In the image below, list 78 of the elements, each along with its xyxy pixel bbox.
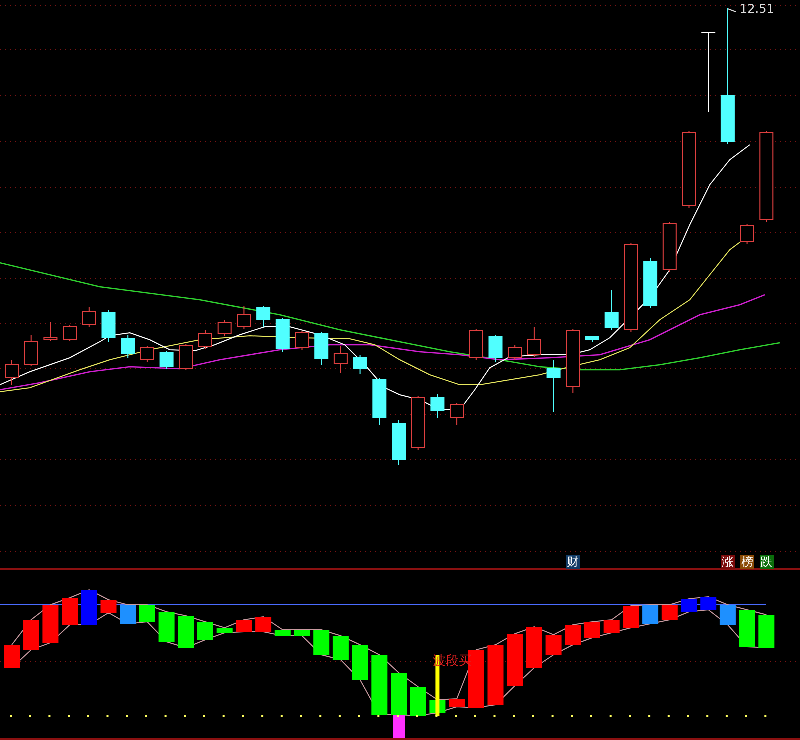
indicator-bar [604, 620, 620, 633]
indicator-bar [720, 605, 736, 625]
candlestick [5, 360, 19, 386]
candlestick [450, 402, 464, 426]
candlestick [662, 222, 677, 272]
indicator-bar [139, 605, 156, 622]
candlestick [63, 324, 78, 342]
indicator-bar [81, 590, 98, 625]
indicator-bar [314, 630, 330, 655]
price-high-label: 12.51 [740, 2, 774, 16]
indicator-bar [62, 598, 78, 625]
indicator-bar [23, 620, 40, 650]
candlestick [237, 306, 252, 330]
indicator-bar [332, 636, 349, 660]
candlestick [372, 378, 387, 426]
indicator-bar [198, 622, 214, 640]
candlestick [314, 332, 329, 366]
indicator-bar [739, 610, 756, 647]
news-tag[interactable]: 财 [566, 555, 580, 569]
candlestick [256, 306, 271, 328]
candlestick [392, 420, 406, 466]
indicator-bar [100, 600, 117, 613]
candlestick [160, 350, 174, 370]
indicator-bar [236, 620, 252, 632]
candlestick [488, 334, 503, 362]
indicator-bar [449, 699, 466, 707]
candlestick [566, 328, 580, 394]
indicator-bar [507, 634, 524, 686]
candlestick [295, 330, 310, 350]
candlestick [334, 346, 348, 374]
indicator-bar [4, 645, 20, 668]
indicator-bar [546, 635, 562, 655]
indicator-bar [584, 622, 600, 638]
leader-line [728, 8, 736, 12]
candlestick [469, 328, 484, 360]
candlestick [276, 318, 290, 352]
indicator-bar [274, 630, 291, 636]
candlestick [740, 224, 754, 244]
indicator-bar [642, 605, 659, 624]
candlestick [218, 320, 232, 336]
candlestick [24, 334, 38, 366]
indicator-bar [294, 630, 310, 636]
candlestick [198, 330, 212, 350]
indicator-bar [42, 605, 59, 643]
indicator-bar [178, 616, 194, 648]
candlestick [121, 334, 136, 358]
indicator-bar [256, 617, 272, 632]
indicator-bar [158, 612, 175, 642]
news-tag[interactable]: 涨 [720, 555, 735, 569]
candlestick [411, 396, 426, 450]
indicator-bar [372, 655, 388, 715]
indicator-bar [662, 605, 678, 620]
news-tag[interactable]: 跌 [760, 555, 774, 569]
indicator-bar [565, 625, 582, 645]
candlestick [508, 344, 522, 360]
candlestick [527, 326, 542, 358]
candlestick [179, 344, 194, 370]
candlestick [546, 360, 561, 412]
candlestick [44, 322, 58, 342]
news-tag[interactable]: 榜 [740, 555, 754, 569]
candlestick [353, 354, 368, 374]
candlestick [604, 290, 619, 330]
indicator-bar [681, 599, 698, 612]
candlestick [82, 306, 96, 328]
indicator-bar [700, 597, 717, 610]
indicator-bar [488, 645, 504, 705]
indicator-bar [216, 628, 233, 633]
candlestick [140, 346, 154, 362]
indicator-bar [410, 687, 426, 716]
indicator-bar [758, 615, 775, 648]
indicator-bar [352, 645, 368, 680]
indicator-bar [526, 627, 542, 668]
indicator-bar [623, 606, 640, 628]
candlestick [644, 258, 658, 308]
candlestick [430, 394, 445, 418]
candlestick [586, 336, 600, 342]
indicator-bar [120, 605, 136, 624]
candlestick [102, 310, 116, 342]
